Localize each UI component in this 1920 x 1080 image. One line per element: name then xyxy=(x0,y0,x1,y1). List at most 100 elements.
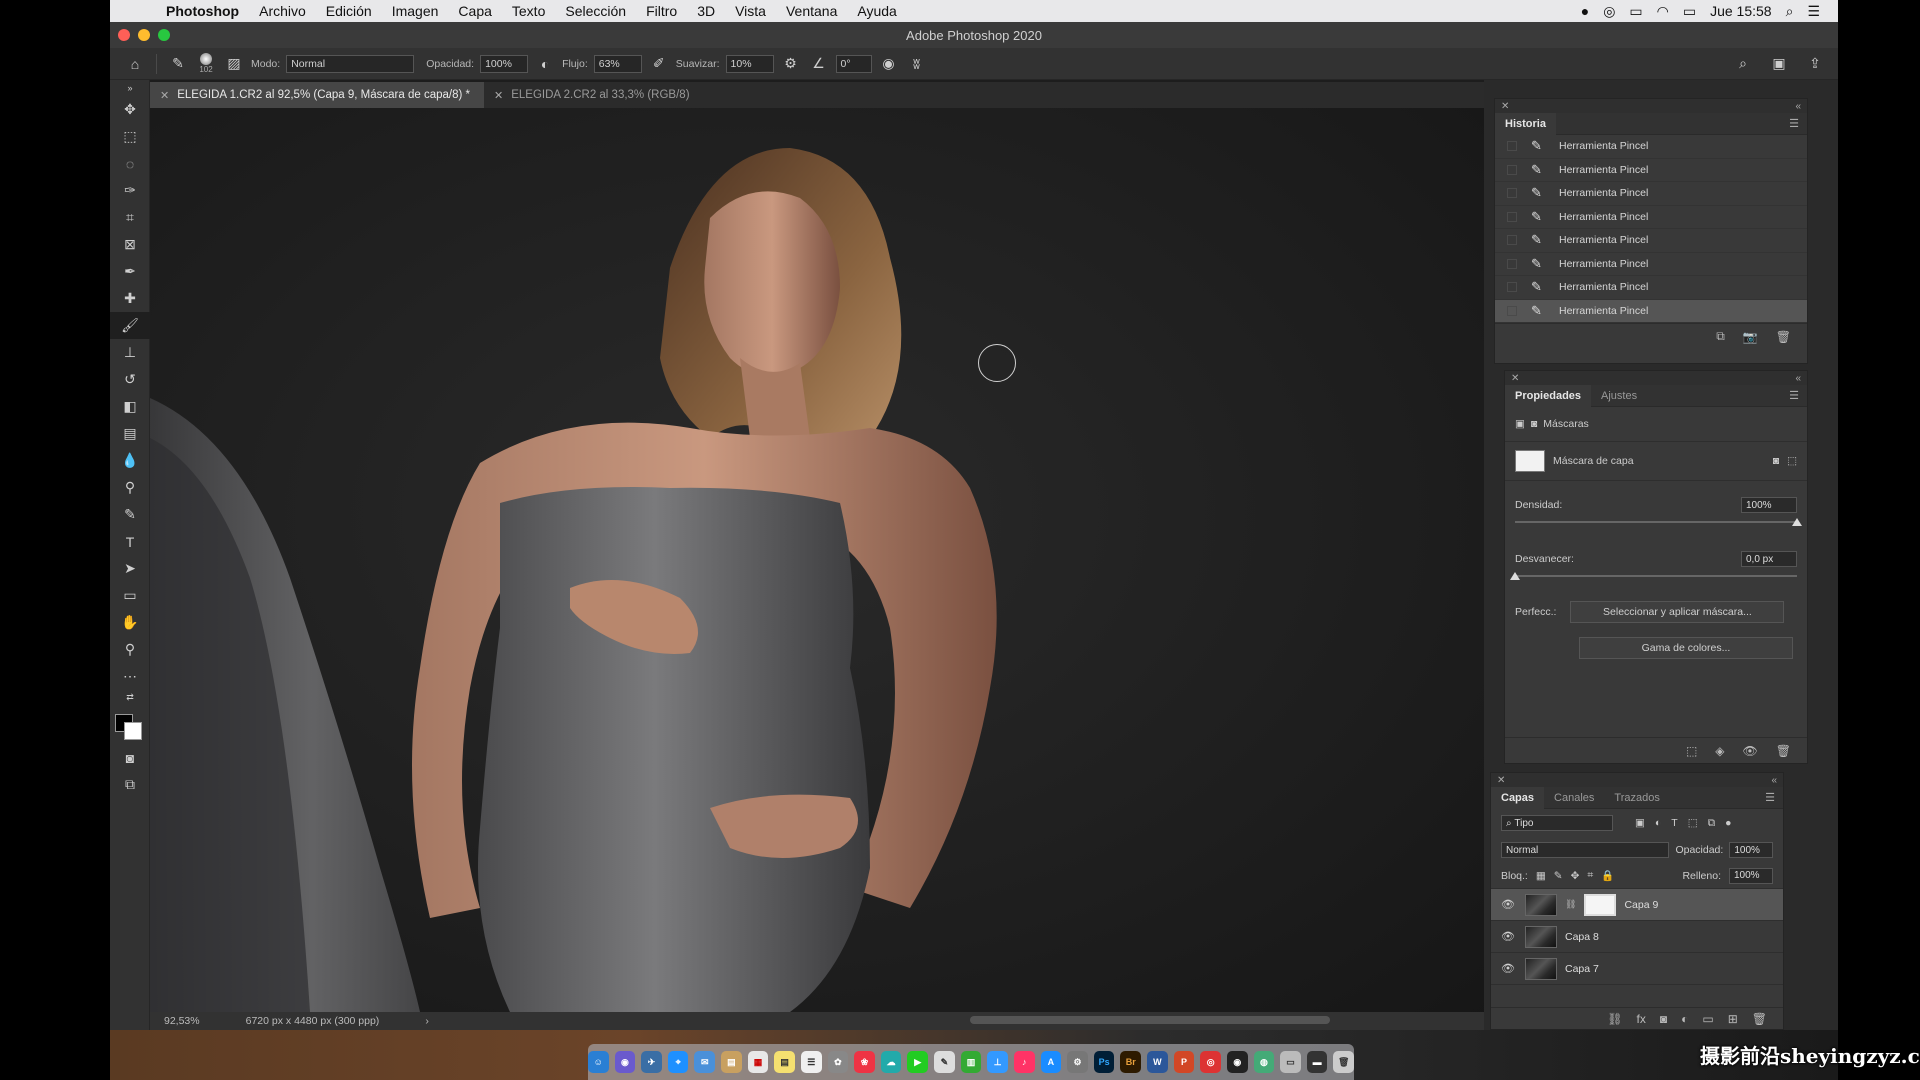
pen-tool-icon[interactable]: ✎ xyxy=(110,501,150,528)
opacity-field[interactable]: 100% xyxy=(480,54,529,73)
dodge-tool-icon[interactable]: ⚲ xyxy=(110,474,150,501)
layer-name[interactable]: Capa 8 xyxy=(1565,931,1599,943)
delete-mask-trash-icon[interactable]: 🗑 xyxy=(1776,744,1791,758)
history-snapshot-box[interactable] xyxy=(1507,305,1517,316)
swap-colors-icon[interactable]: ⇄ xyxy=(110,690,150,704)
menu-ventana[interactable]: Ventana xyxy=(786,3,837,19)
angle-field[interactable]: 0° xyxy=(835,54,872,73)
keynote-icon[interactable]: ⊥ xyxy=(987,1051,1008,1073)
blend-mode-select[interactable]: Normal xyxy=(1501,842,1670,858)
screen-icon[interactable]: ▬ xyxy=(1306,1051,1328,1073)
pressure-size-icon[interactable]: ◉ xyxy=(878,53,900,75)
visibility-eye-icon[interactable]: 👁 xyxy=(1499,898,1517,911)
smooth-field[interactable]: 10% xyxy=(725,54,774,73)
airplay-icon[interactable]: ▭ xyxy=(1629,3,1642,20)
gradient-tool-icon[interactable]: ▤ xyxy=(110,420,150,447)
close-icon[interactable]: ✕ xyxy=(160,89,169,102)
background-color-swatch[interactable] xyxy=(124,722,142,740)
tab-historia[interactable]: Historia xyxy=(1495,112,1556,135)
layer-thumbnail[interactable] xyxy=(1525,957,1557,980)
layer-name[interactable]: Capa 9 xyxy=(1624,899,1658,911)
share-icon[interactable]: ⇪ xyxy=(1804,53,1826,75)
app-store-icon[interactable]: A xyxy=(1040,1051,1062,1073)
history-snapshot-box[interactable] xyxy=(1507,164,1517,175)
system-preferences-icon[interactable]: ⚙ xyxy=(1067,1051,1088,1073)
frame-tool-icon[interactable]: ⊠ xyxy=(110,231,150,258)
feather-slider[interactable] xyxy=(1510,572,1797,580)
menu-archivo[interactable]: Archivo xyxy=(259,3,306,19)
history-item[interactable]: ✎ Herramienta Pincel xyxy=(1495,229,1807,253)
pages-icon[interactable]: ✎ xyxy=(934,1051,955,1073)
layer-mask-thumbnail[interactable] xyxy=(1584,893,1617,916)
mail-icon[interactable]: ✉ xyxy=(694,1051,716,1073)
panel-menu-icon[interactable]: ☰ xyxy=(1789,389,1807,402)
history-item[interactable]: ✎ Herramienta Pincel xyxy=(1495,206,1807,229)
type-tool-icon[interactable]: T xyxy=(110,528,150,555)
preview-icon[interactable]: ▭ xyxy=(1280,1051,1301,1073)
browser-icon[interactable]: ◍ xyxy=(1253,1051,1275,1073)
layer-row[interactable]: 👁 Capa 7 xyxy=(1491,953,1783,985)
symmetry-icon[interactable]: ʬ xyxy=(906,53,928,75)
lasso-tool-icon[interactable]: ◌ xyxy=(110,150,150,177)
history-item[interactable]: ✎ Herramienta Pincel xyxy=(1495,276,1807,300)
history-item[interactable]: ✎ Herramienta Pincel xyxy=(1495,159,1807,182)
menu-imagen[interactable]: Imagen xyxy=(392,3,439,19)
close-icon[interactable]: ✕ xyxy=(1511,373,1519,384)
siri-icon[interactable]: ◉ xyxy=(614,1051,636,1073)
contacts-icon[interactable]: ▤ xyxy=(721,1051,742,1073)
blur-tool-icon[interactable]: 💧 xyxy=(110,447,150,474)
close-icon[interactable]: ✕ xyxy=(1497,775,1505,786)
history-item[interactable]: ✎ Herramienta Pincel xyxy=(1495,253,1807,276)
layer-thumbnail[interactable] xyxy=(1525,925,1557,948)
messages-icon[interactable]: ☁ xyxy=(880,1051,902,1073)
eyedropper-tool-icon[interactable]: ✒ xyxy=(110,258,150,285)
snapshot-camera-icon[interactable]: 📷 xyxy=(1743,330,1758,344)
layer-opacity-field[interactable]: 100% xyxy=(1729,842,1773,858)
history-item[interactable]: ✎ Herramienta Pincel xyxy=(1495,135,1807,159)
tab-canales[interactable]: Canales xyxy=(1544,787,1604,809)
photos-app-icon[interactable]: ✿ xyxy=(827,1051,849,1073)
clone-stamp-tool-icon[interactable]: ⊥ xyxy=(110,339,150,366)
wifi-icon[interactable]: ◠ xyxy=(1657,3,1669,20)
density-slider-knob[interactable] xyxy=(1792,518,1802,526)
select-pixel-mask-icon[interactable]: ◙ xyxy=(1773,455,1779,467)
history-snapshot-box[interactable] xyxy=(1507,211,1517,222)
menu-capa[interactable]: Capa xyxy=(458,3,491,19)
history-snapshot-box[interactable] xyxy=(1507,188,1517,199)
document-canvas[interactable] xyxy=(150,108,1484,1012)
spotlight-search-icon[interactable]: ⌕ xyxy=(1786,3,1794,20)
powerpoint-icon[interactable]: P xyxy=(1173,1051,1195,1073)
safari-icon[interactable]: ⌖ xyxy=(667,1051,689,1073)
link-layers-icon[interactable]: ⛓ xyxy=(1607,1012,1622,1026)
photos-icon[interactable]: ❀ xyxy=(854,1051,875,1073)
tab-capas[interactable]: Capas xyxy=(1491,786,1545,809)
new-adjustment-layer-icon[interactable]: ◐ xyxy=(1681,1012,1688,1026)
notification-center-icon[interactable]: ☰ xyxy=(1807,3,1820,20)
menu-filtro[interactable]: Filtro xyxy=(646,3,677,19)
workspace-icon[interactable]: ▣ xyxy=(1768,53,1790,75)
panel-menu-icon[interactable]: ☰ xyxy=(1765,791,1783,804)
collapse-icon[interactable]: « xyxy=(1771,775,1777,786)
tab-propiedades[interactable]: Propiedades xyxy=(1505,384,1592,407)
rectangle-tool-icon[interactable]: ▭ xyxy=(110,582,150,609)
window-close-button[interactable] xyxy=(118,29,130,41)
flow-field[interactable]: 63% xyxy=(593,54,642,73)
mask-link-chain-icon[interactable]: ⛓ xyxy=(1565,899,1576,910)
filter-adjustment-icon[interactable]: ◐ xyxy=(1655,817,1661,829)
music-icon[interactable]: ♪ xyxy=(1013,1051,1035,1073)
launchpad-icon[interactable]: ✈ xyxy=(641,1051,662,1073)
crop-tool-icon[interactable]: ⌗ xyxy=(110,204,150,231)
visibility-eye-icon[interactable]: 👁 xyxy=(1499,930,1517,943)
new-document-from-state-icon[interactable]: ⧉ xyxy=(1716,329,1725,344)
load-selection-from-mask-icon[interactable]: ⬚ xyxy=(1686,744,1697,758)
tab-trazados[interactable]: Trazados xyxy=(1604,787,1669,809)
apply-mask-icon[interactable]: ◈ xyxy=(1715,744,1724,758)
new-layer-icon[interactable]: ⊞ xyxy=(1728,1012,1738,1026)
battery-icon[interactable]: ▭ xyxy=(1683,3,1696,20)
reminders-icon[interactable]: ☰ xyxy=(800,1051,822,1073)
history-snapshot-box[interactable] xyxy=(1507,282,1517,293)
color-range-button[interactable]: Gama de colores... xyxy=(1579,637,1793,659)
lock-position-icon[interactable]: ✥ xyxy=(1571,870,1580,882)
menu-seleccion[interactable]: Selección xyxy=(565,3,626,19)
close-icon[interactable]: ✕ xyxy=(1501,101,1509,112)
